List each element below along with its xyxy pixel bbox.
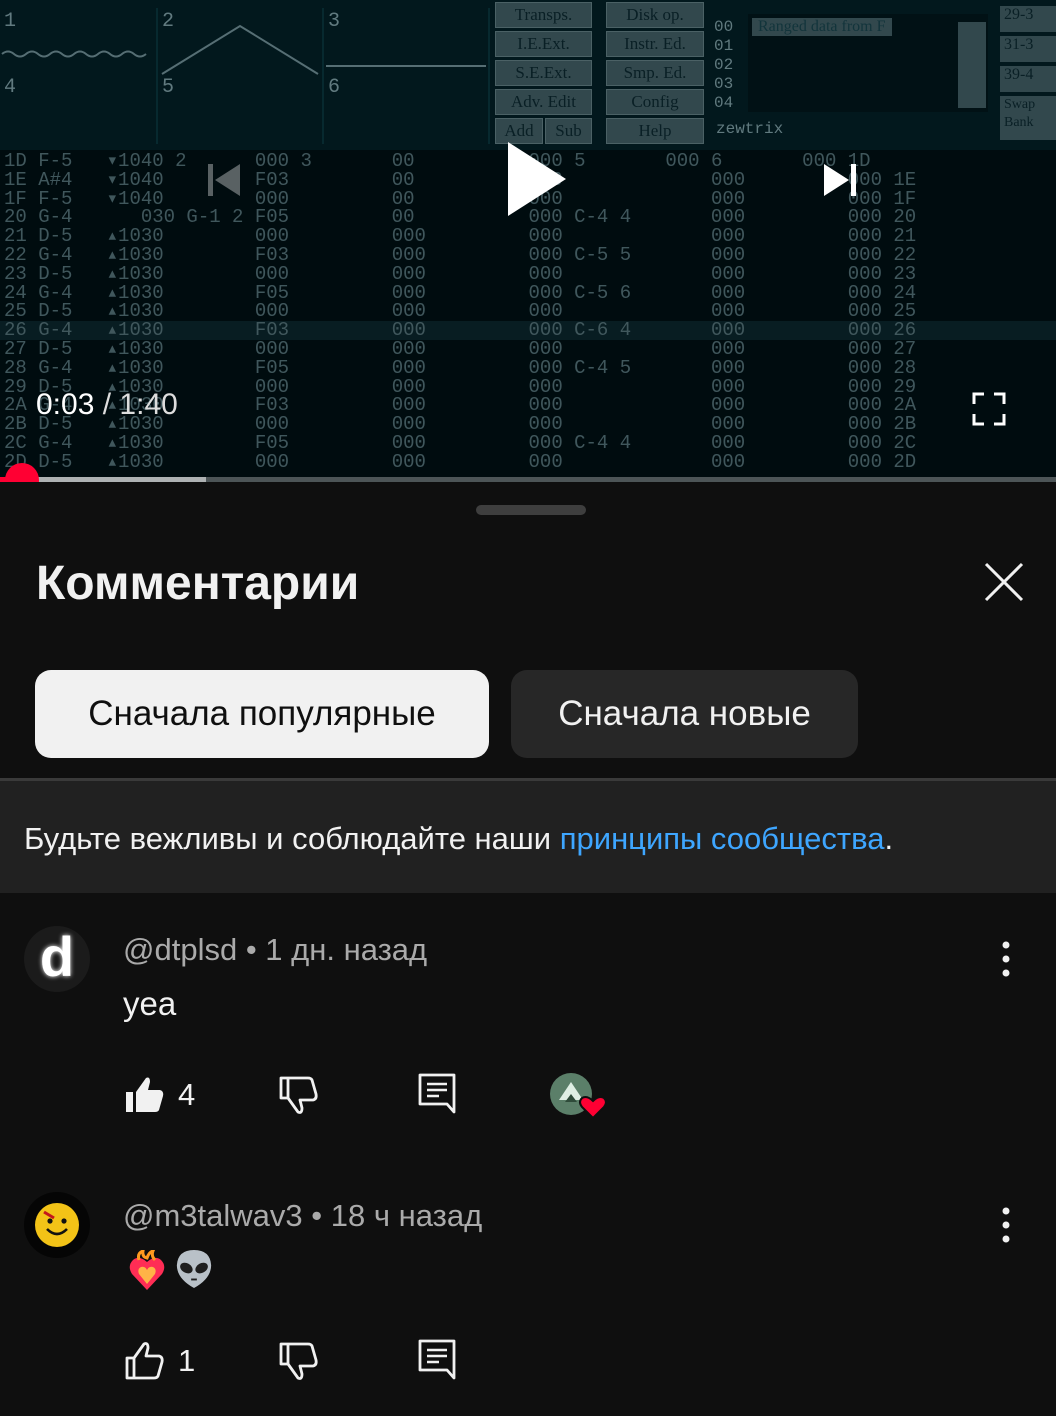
play-icon[interactable] [508, 142, 566, 216]
time-display: 0:03 / 1:40 [36, 388, 178, 422]
meta-dot: • [237, 932, 266, 967]
like-count: 4 [178, 1077, 196, 1112]
current-time: 0:03 [36, 388, 95, 421]
dislike-icon[interactable] [278, 1340, 320, 1382]
community-guidelines-link[interactable]: принципы сообщества [560, 821, 885, 856]
drag-handle[interactable] [476, 505, 586, 515]
meta-dot: • [302, 1198, 331, 1233]
comment-text: yea [123, 985, 177, 1022]
duration: 1:40 [119, 388, 178, 421]
creator-heart-icon [550, 1073, 607, 1120]
fullscreen-icon[interactable] [972, 392, 1006, 426]
chip-popular-first[interactable]: Сначала популярные [35, 670, 489, 758]
chip-newest-first[interactable]: Сначала новые [511, 670, 858, 758]
dislike-icon[interactable] [278, 1074, 320, 1116]
comment-author[interactable]: @m3talwav3 [123, 1198, 303, 1233]
previous-video-icon[interactable] [204, 160, 244, 200]
alien-emoji-icon [176, 1249, 212, 1289]
more-options-icon[interactable] [996, 1205, 1016, 1245]
comment-time: 1 дн. назад [265, 932, 428, 967]
community-guidelines-banner: Будьте вежливы и соблюдайте наши принцип… [0, 781, 1056, 893]
next-video-icon[interactable] [820, 160, 860, 200]
more-options-icon[interactable] [996, 939, 1016, 979]
like-count: 1 [178, 1343, 196, 1378]
comment-time: 18 ч назад [330, 1198, 483, 1233]
panel-title: Комментарии [36, 557, 360, 610]
like-filled-icon[interactable] [124, 1074, 166, 1116]
guidelines-suffix: . [884, 821, 894, 856]
comment-text: ❤️‍🔥👽 [123, 1250, 124, 1251]
guidelines-text: Будьте вежливы и соблюдайте наши принцип… [24, 821, 893, 857]
avatar[interactable] [24, 1192, 90, 1258]
video-player[interactable]: 1 4 2 5 3 6 Transps. Disk op. I.E.Ext. I… [0, 0, 1056, 482]
smiley-face-icon [35, 1203, 79, 1247]
time-separator: / [102, 388, 112, 421]
guidelines-prefix: Будьте вежливы и соблюдайте наши [24, 821, 560, 856]
close-icon[interactable] [980, 558, 1028, 606]
comment-meta: @m3talwav3 • 18 ч назад [123, 1198, 482, 1234]
avatar-letter: d [39, 926, 75, 988]
comment-author[interactable]: @dtplsd [123, 932, 237, 967]
reply-icon[interactable] [417, 1072, 459, 1114]
reply-icon[interactable] [417, 1338, 459, 1380]
like-icon[interactable] [124, 1340, 166, 1382]
comment-meta: @dtplsd • 1 дн. назад [123, 932, 427, 968]
heart-on-fire-emoji-icon [129, 1250, 165, 1290]
avatar[interactable]: d [24, 926, 90, 992]
